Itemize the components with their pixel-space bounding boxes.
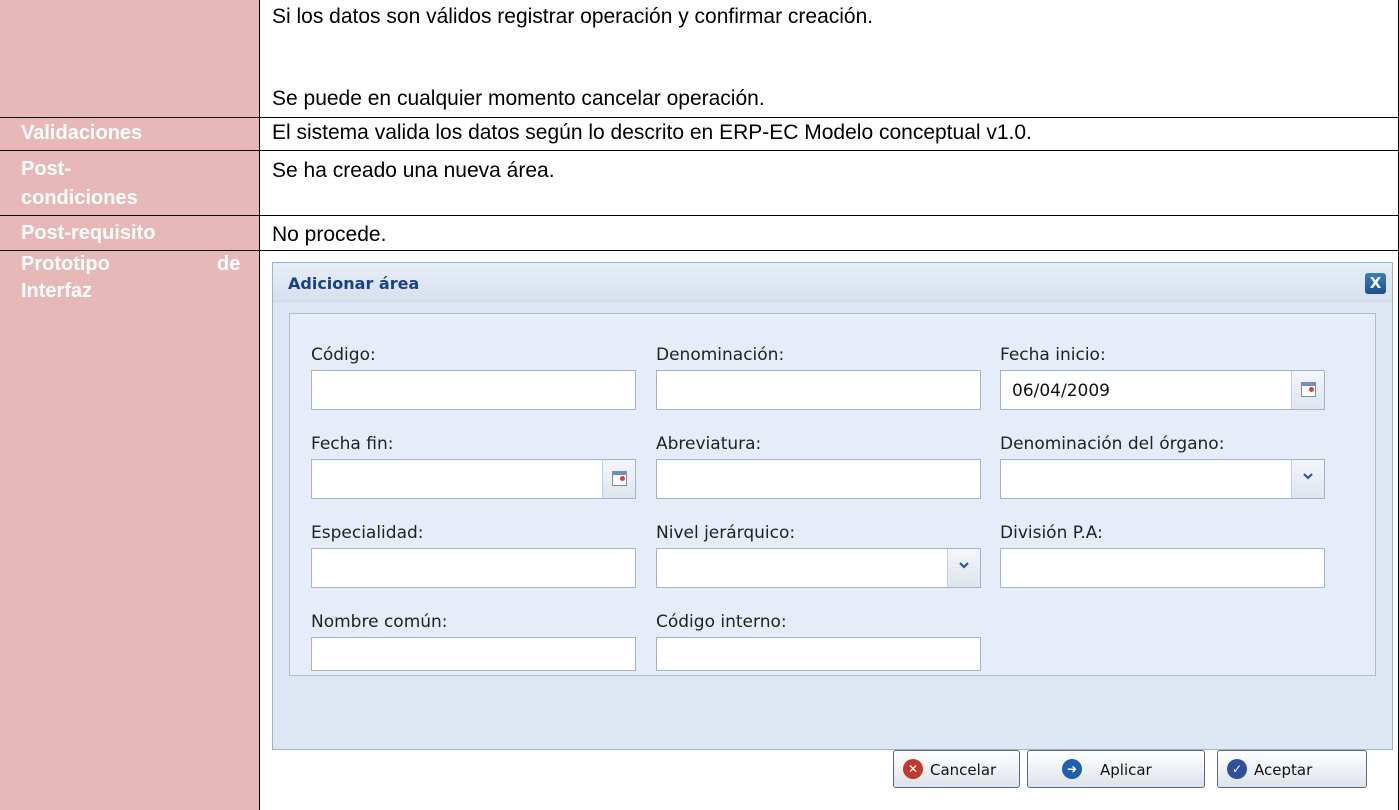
division-pa-input[interactable] [1000, 548, 1325, 588]
row-postcondiciones-content: Se ha creado una nueva área. [261, 151, 1399, 215]
cancel-button-label: Cancelar [930, 761, 997, 779]
fecha-fin-input[interactable] [311, 459, 636, 499]
nombre-comun-input[interactable] [311, 637, 636, 671]
fecha-inicio-label: Fecha inicio: [1000, 345, 1106, 365]
row-validaciones-label: Validaciones [0, 118, 260, 150]
postcondiciones-label-line2: condiciones [21, 187, 138, 209]
prototipo-label-word2: de [217, 253, 241, 275]
prototipo-label-word1: Prototipo [21, 253, 110, 275]
fecha-fin-calendar-button[interactable] [602, 460, 635, 498]
row-flow-content: Si los datos son válidos registrar opera… [261, 0, 1399, 117]
accept-button[interactable]: ✓ Aceptar [1217, 750, 1367, 788]
accept-button-label: Aceptar [1254, 761, 1313, 779]
nombre-comun-label: Nombre común: [311, 612, 448, 632]
fecha-inicio-input[interactable]: 06/04/2009 [1000, 370, 1325, 410]
codigo-interno-label: Código interno: [656, 612, 787, 632]
row-prototipo-label: Prototipo de Interfaz [0, 251, 260, 810]
nivel-jerarquico-label: Nivel jerárquico: [656, 523, 796, 543]
denominacion-label: Denominación: [656, 345, 785, 365]
row-postrequisito-content: No procede. [261, 216, 1399, 250]
fecha-inicio-value: 06/04/2009 [1012, 381, 1110, 401]
row-flow: Si los datos son válidos registrar opera… [0, 0, 1399, 117]
postcondiciones-text: Se ha creado una nueva área. [272, 159, 555, 182]
apply-button[interactable]: ➜ Aplicar [1027, 750, 1205, 788]
dialog-header: Adicionar área X [273, 263, 1392, 303]
denominacion-input[interactable] [656, 370, 981, 410]
validaciones-text: El sistema valida los datos según lo des… [272, 121, 1032, 144]
chevron-down-icon [959, 562, 969, 569]
abreviatura-input[interactable] [656, 459, 981, 499]
dialog-title: Adicionar área [288, 274, 420, 293]
validaciones-label: Validaciones [21, 122, 143, 144]
abreviatura-label: Abreviatura: [656, 434, 762, 454]
especialidad-input[interactable] [311, 548, 636, 588]
postcondiciones-label-line1: Post- [21, 158, 71, 180]
nivel-jerarquico-select[interactable] [656, 548, 981, 588]
calendar-icon [1301, 382, 1316, 397]
row-validaciones-content: El sistema valida los datos según lo des… [261, 118, 1399, 150]
fecha-inicio-calendar-button[interactable] [1291, 371, 1324, 409]
codigo-input[interactable] [311, 370, 636, 410]
adicionar-area-dialog: Adicionar área X Código: Denominación: F… [272, 262, 1393, 750]
flow-text-line2: Se puede en cualquier momento cancelar o… [272, 87, 765, 110]
denominacion-organo-label: Denominación del órgano: [1000, 434, 1225, 454]
check-icon: ✓ [1227, 759, 1247, 779]
codigo-label: Código: [311, 345, 376, 365]
row-validaciones: Validaciones El sistema valida los datos… [0, 118, 1399, 150]
denominacion-organo-dropdown-button[interactable] [1291, 460, 1324, 498]
postrequisito-label: Post-requisito [21, 222, 156, 244]
prototipo-label-line2: Interfaz [21, 280, 93, 302]
especialidad-label: Especialidad: [311, 523, 424, 543]
nivel-jerarquico-dropdown-button[interactable] [947, 549, 980, 587]
flow-text-line1: Si los datos son válidos registrar opera… [272, 5, 874, 28]
cancel-button[interactable]: ✕ Cancelar [893, 750, 1020, 788]
row-flow-label [0, 0, 260, 117]
close-icon[interactable]: X [1365, 273, 1386, 294]
division-pa-label: División P.A: [1000, 523, 1103, 543]
chevron-down-icon [1303, 473, 1313, 480]
fecha-fin-label: Fecha fin: [311, 434, 394, 454]
calendar-icon [612, 471, 627, 486]
row-postcondiciones-label: Post- condiciones [0, 151, 260, 215]
apply-button-label: Aplicar [1100, 761, 1152, 779]
cancel-icon: ✕ [903, 759, 923, 779]
codigo-interno-input[interactable] [656, 637, 981, 671]
postrequisito-text: No procede. [272, 223, 387, 246]
row-postcondiciones: Post- condiciones Se ha creado una nueva… [0, 151, 1399, 215]
row-postrequisito: Post-requisito No procede. [0, 216, 1399, 250]
denominacion-organo-select[interactable] [1000, 459, 1325, 499]
form-panel: Código: Denominación: Fecha inicio: 06/0… [289, 313, 1376, 676]
refresh-icon: ➜ [1062, 759, 1082, 779]
row-postrequisito-label: Post-requisito [0, 216, 260, 250]
